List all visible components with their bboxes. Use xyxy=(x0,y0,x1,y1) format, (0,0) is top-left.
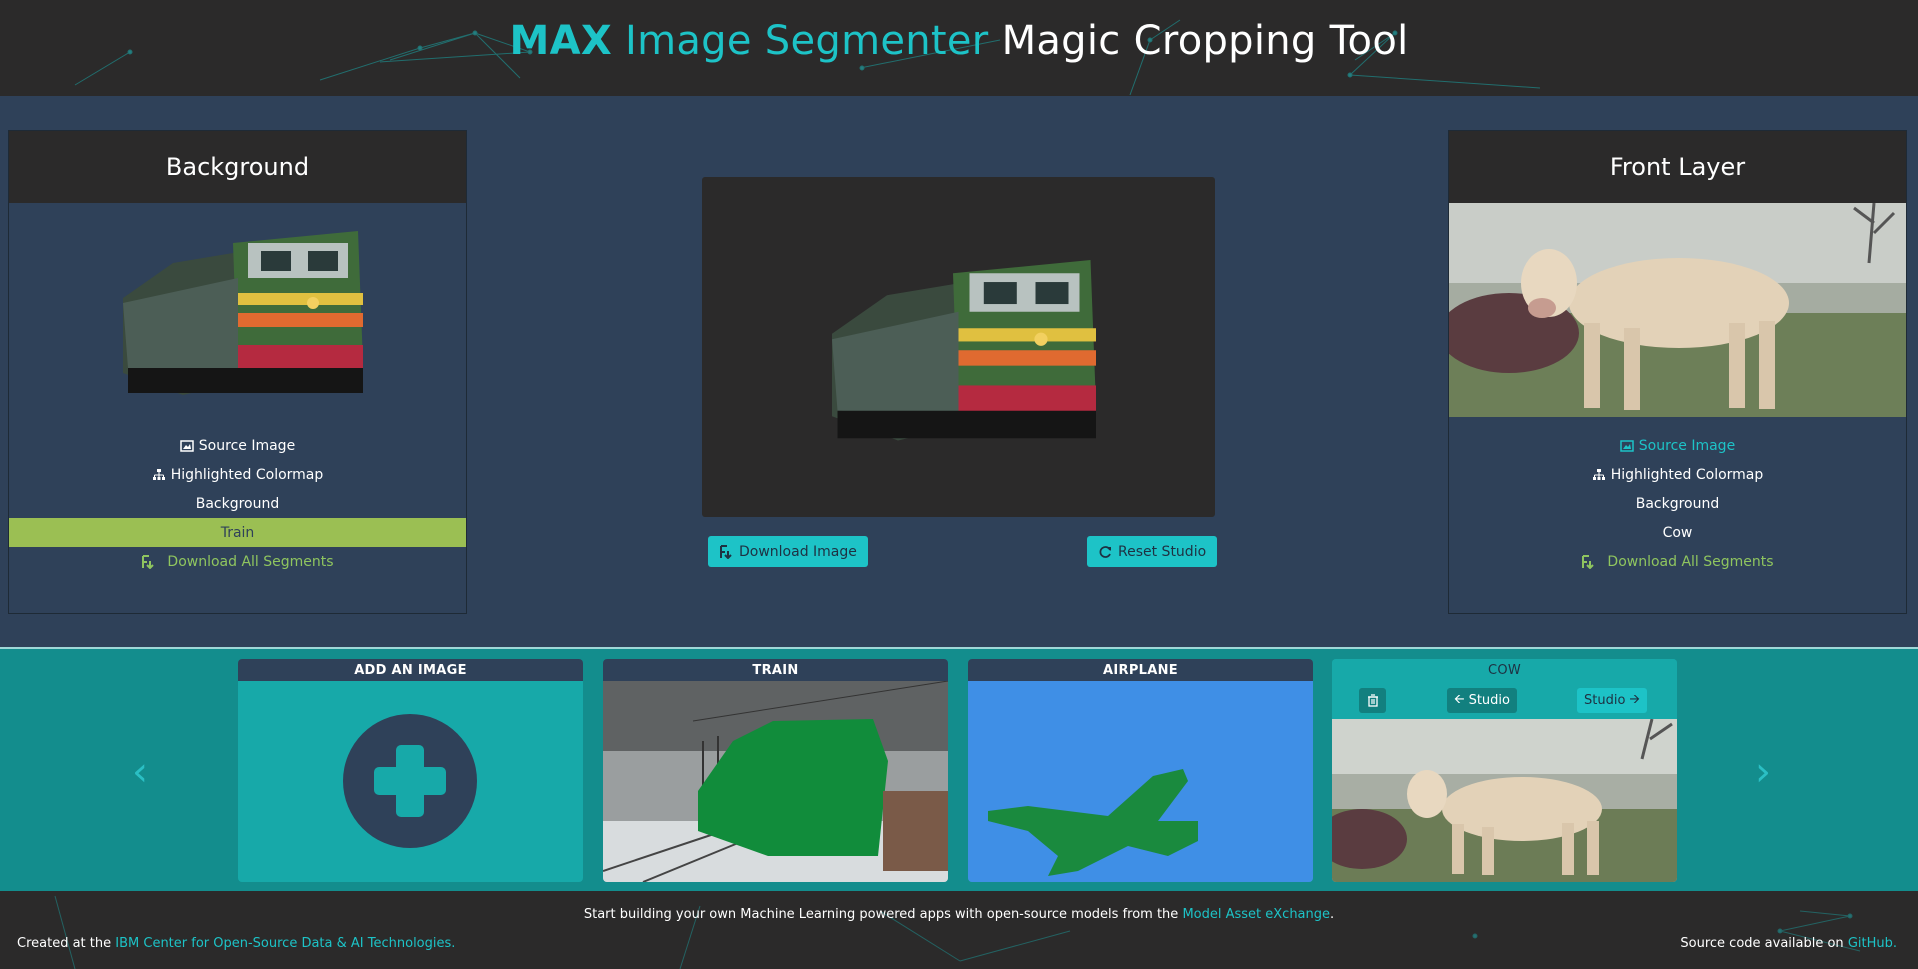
arrow-right-icon: 🡪 xyxy=(1629,691,1640,707)
train-thumbnail xyxy=(603,680,948,882)
option-source-image[interactable]: Source Image xyxy=(9,431,466,460)
option-background-segment[interactable]: Background xyxy=(1449,489,1906,518)
download-icon xyxy=(720,544,732,559)
card-title: TRAIN xyxy=(603,659,948,681)
image-gallery: ‹ › ADD AN IMAGE TRAIN AIRPLANE COW 🡨 St… xyxy=(0,647,1918,891)
trash-icon xyxy=(1367,694,1378,707)
front-layer-panel-title: Front Layer xyxy=(1449,131,1906,203)
cow-photo-thumbnail xyxy=(1332,718,1677,882)
airplane-thumbnail xyxy=(968,681,1313,882)
title-image-segmenter: Image Segmenter xyxy=(625,18,989,64)
chevron-left-icon[interactable]: ‹ xyxy=(132,749,148,795)
option-cow-segment[interactable]: Cow xyxy=(1449,518,1906,547)
card-title: ADD AN IMAGE xyxy=(238,659,583,681)
refresh-icon xyxy=(1099,545,1111,558)
card-tools: 🡨 Studio Studio 🡪 xyxy=(1332,681,1677,719)
option-label: Source Image xyxy=(1638,437,1736,454)
page-footer: Start building your own Machine Learning… xyxy=(0,891,1918,969)
download-all-segments-link[interactable]: Download All Segments xyxy=(1449,547,1906,576)
studio-right-label: Studio xyxy=(1584,693,1626,708)
github-link[interactable]: GitHub. xyxy=(1848,936,1897,951)
footer-tagline-end: . xyxy=(1330,907,1335,922)
footer-source-text: Source code available on xyxy=(1680,936,1844,951)
download-label: Download All Segments xyxy=(1607,553,1774,570)
train-cutout-image xyxy=(122,230,363,395)
option-source-image[interactable]: Source Image xyxy=(1449,431,1906,460)
option-label: Highlighted Colormap xyxy=(1610,466,1764,483)
footer-tagline: Start building your own Machine Learning… xyxy=(0,907,1918,922)
footer-credit: Created at the IBM Center for Open-Sourc… xyxy=(17,936,455,951)
option-highlighted-colormap[interactable]: Highlighted Colormap xyxy=(9,460,466,489)
studio-left-label: Studio xyxy=(1468,693,1510,708)
footer-credit-text: Created at the xyxy=(17,936,112,951)
front-layer-preview-image[interactable] xyxy=(1449,203,1906,417)
sitemap-icon xyxy=(152,468,165,480)
option-label: Source Image xyxy=(198,437,296,454)
plus-circle-icon[interactable] xyxy=(238,681,583,882)
ibm-codait-link[interactable]: IBM Center for Open-Source Data & AI Tec… xyxy=(115,936,455,951)
airplane-segmentation-image xyxy=(968,681,1313,882)
model-asset-exchange-link[interactable]: Model Asset eXchange xyxy=(1182,907,1330,922)
cow-photo xyxy=(1449,203,1906,417)
background-panel-title: Background xyxy=(9,131,466,203)
cow-thumbnail xyxy=(1332,718,1677,882)
download-icon xyxy=(1582,554,1595,569)
arrow-left-icon: 🡨 xyxy=(1454,691,1465,707)
airplane-card[interactable]: AIRPLANE xyxy=(968,659,1313,882)
image-icon xyxy=(1620,439,1634,452)
chevron-right-icon[interactable]: › xyxy=(1755,749,1771,795)
option-label: Cow xyxy=(1662,524,1693,541)
footer-tagline-text: Start building your own Machine Learning… xyxy=(583,907,1179,922)
card-title: AIRPLANE xyxy=(968,659,1313,681)
card-title: COW xyxy=(1332,659,1677,681)
option-label: Background xyxy=(195,495,280,512)
reset-studio-button[interactable]: Reset Studio xyxy=(1087,536,1218,567)
network-background-graphic xyxy=(54,895,1861,969)
card-body xyxy=(238,681,583,882)
option-highlighted-colormap[interactable]: Highlighted Colormap xyxy=(1449,460,1906,489)
option-background-segment[interactable]: Background xyxy=(9,489,466,518)
front-layer-panel: Front Layer Source Image Highlighted Col… xyxy=(1448,130,1907,614)
page-title: MAX Image Segmenter Magic Cropping Tool xyxy=(0,18,1918,64)
send-to-left-studio-button[interactable]: 🡨 Studio xyxy=(1447,688,1517,713)
cow-card[interactable]: COW 🡨 Studio Studio 🡪 xyxy=(1332,659,1677,882)
download-image-label: Download Image xyxy=(739,543,857,560)
image-icon xyxy=(180,439,194,452)
footer-source: Source code available on GitHub. xyxy=(1680,936,1897,951)
download-image-button[interactable]: Download Image xyxy=(708,536,868,567)
title-magic-cropping: Magic Cropping Tool xyxy=(1001,18,1409,64)
background-panel: Background Source Image Highlighted Colo… xyxy=(8,130,467,614)
download-icon xyxy=(142,554,155,569)
title-max: MAX xyxy=(509,18,612,64)
composite-image xyxy=(832,259,1096,440)
download-all-segments-link[interactable]: Download All Segments xyxy=(9,547,466,576)
studio-area: Background Source Image Highlighted Colo… xyxy=(0,96,1918,647)
option-label: Highlighted Colormap xyxy=(170,466,324,483)
train-segmentation-image xyxy=(603,680,948,882)
option-train-segment[interactable]: Train xyxy=(9,518,466,547)
composition-canvas[interactable] xyxy=(702,177,1215,517)
option-label: Background xyxy=(1635,495,1720,512)
train-card[interactable]: TRAIN xyxy=(603,659,948,882)
add-image-card[interactable]: ADD AN IMAGE xyxy=(238,659,583,882)
sitemap-icon xyxy=(1592,468,1605,480)
option-label: Train xyxy=(220,524,255,541)
reset-studio-label: Reset Studio xyxy=(1118,543,1207,560)
send-to-right-studio-button[interactable]: Studio 🡪 xyxy=(1577,688,1647,713)
download-label: Download All Segments xyxy=(167,553,334,570)
page-header: MAX Image Segmenter Magic Cropping Tool xyxy=(0,0,1918,96)
delete-button[interactable] xyxy=(1359,688,1386,713)
background-preview-image[interactable] xyxy=(9,203,466,417)
